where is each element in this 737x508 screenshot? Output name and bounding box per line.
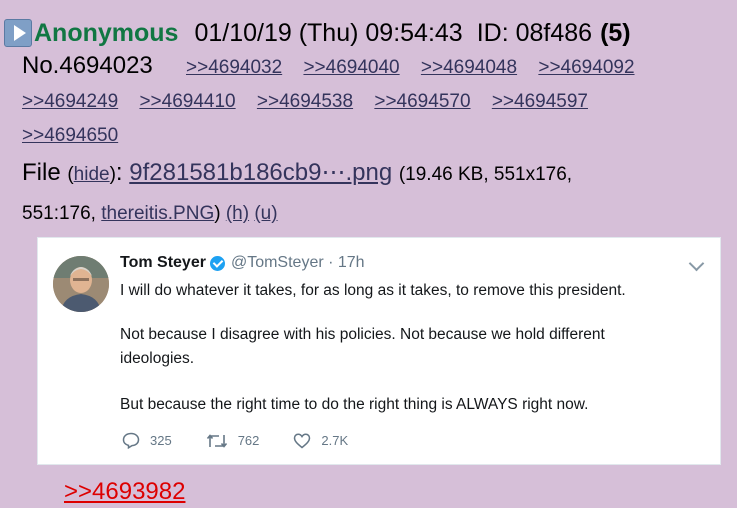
chevron-down-icon xyxy=(688,255,705,272)
file-label: File xyxy=(22,159,61,186)
tweet-author-name: Tom Steyer xyxy=(120,254,206,271)
quote-link[interactable]: >>4693982 xyxy=(64,478,185,506)
h-link[interactable]: (h) xyxy=(226,203,249,224)
backlinks-row-2: >>4694249 >>4694410 >>4694538 >>4694570 … xyxy=(22,91,588,113)
reply-icon xyxy=(122,432,140,449)
post-header: Anonymous 01/10/19 (Thu) 09:54:43 ID: 08… xyxy=(4,16,631,50)
verified-icon xyxy=(209,255,225,271)
backlink[interactable]: >>4694570 xyxy=(374,91,470,112)
backlinks-row-1: >>4694032 >>4694040 >>4694048 >>4694092 xyxy=(186,57,635,79)
retweet-count-value: 762 xyxy=(237,433,260,448)
file-meta: (19.46 KB, 551x176, xyxy=(398,164,573,185)
backlinks-row-3: >>4694650 xyxy=(22,125,118,147)
reply-count: (5) xyxy=(600,18,631,47)
backlink[interactable]: >>4694597 xyxy=(492,91,588,112)
backlink[interactable]: >>4694048 xyxy=(421,57,517,78)
retweet-icon xyxy=(206,433,227,448)
tweet-replies: 325 xyxy=(122,432,172,449)
tweet-actions: 325 762 2.7K xyxy=(122,432,382,449)
backlink[interactable]: >>4694538 xyxy=(257,91,353,112)
expand-icon[interactable] xyxy=(4,19,32,47)
u-link[interactable]: (u) xyxy=(254,203,277,224)
tweet-handle: @TomSteyer · 17h xyxy=(230,254,365,271)
file-ratio: 551:176, xyxy=(22,203,96,224)
backlink[interactable]: >>4694040 xyxy=(303,57,399,78)
file-name-link[interactable]: 9f281581b186cb9⋯.png xyxy=(129,159,392,186)
tweet-text-line: I will do whatever it takes, for as long… xyxy=(120,282,626,299)
backlink[interactable]: >>4694249 xyxy=(22,91,118,112)
tweet-text-line: Not because I disagree with his policies… xyxy=(120,326,605,343)
file-info: File (hide): 9f281581b186cb9⋯.png (19.46… xyxy=(22,159,573,186)
tweet-likes: 2.7K xyxy=(293,433,348,449)
post-number[interactable]: No.4694023 xyxy=(22,52,153,80)
post-container: Anonymous 01/10/19 (Thu) 09:54:43 ID: 08… xyxy=(0,0,737,508)
tweet-retweets: 762 xyxy=(206,433,260,449)
tweet-header: Tom Steyer @TomSteyer · 17h xyxy=(120,254,365,272)
poster-id[interactable]: ID: 08f486 xyxy=(477,19,592,48)
backlink[interactable]: >>4694410 xyxy=(139,91,235,112)
file-info-continued: 551:176, thereitis.PNG) (h) (u) xyxy=(22,203,278,224)
tweet-text-line: ideologies. xyxy=(120,350,195,367)
reply-count-value: 325 xyxy=(150,433,172,448)
backlink[interactable]: >>4694650 xyxy=(22,125,118,146)
tweet-screenshot-image[interactable]: Tom Steyer @TomSteyer · 17h I will do wh… xyxy=(37,237,721,465)
avatar xyxy=(53,256,109,312)
backlink[interactable]: >>4694092 xyxy=(538,57,634,78)
like-icon xyxy=(294,433,311,448)
like-count-value: 2.7K xyxy=(321,433,349,448)
poster-name: Anonymous xyxy=(34,18,179,47)
post-datetime: 01/10/19 (Thu) 09:54:43 xyxy=(194,18,463,47)
backlink[interactable]: >>4694032 xyxy=(186,57,282,78)
original-filename-link[interactable]: thereitis.PNG xyxy=(101,203,214,224)
hide-file-link[interactable]: hide xyxy=(74,164,110,185)
tweet-text-line: But because the right time to do the rig… xyxy=(120,396,589,413)
